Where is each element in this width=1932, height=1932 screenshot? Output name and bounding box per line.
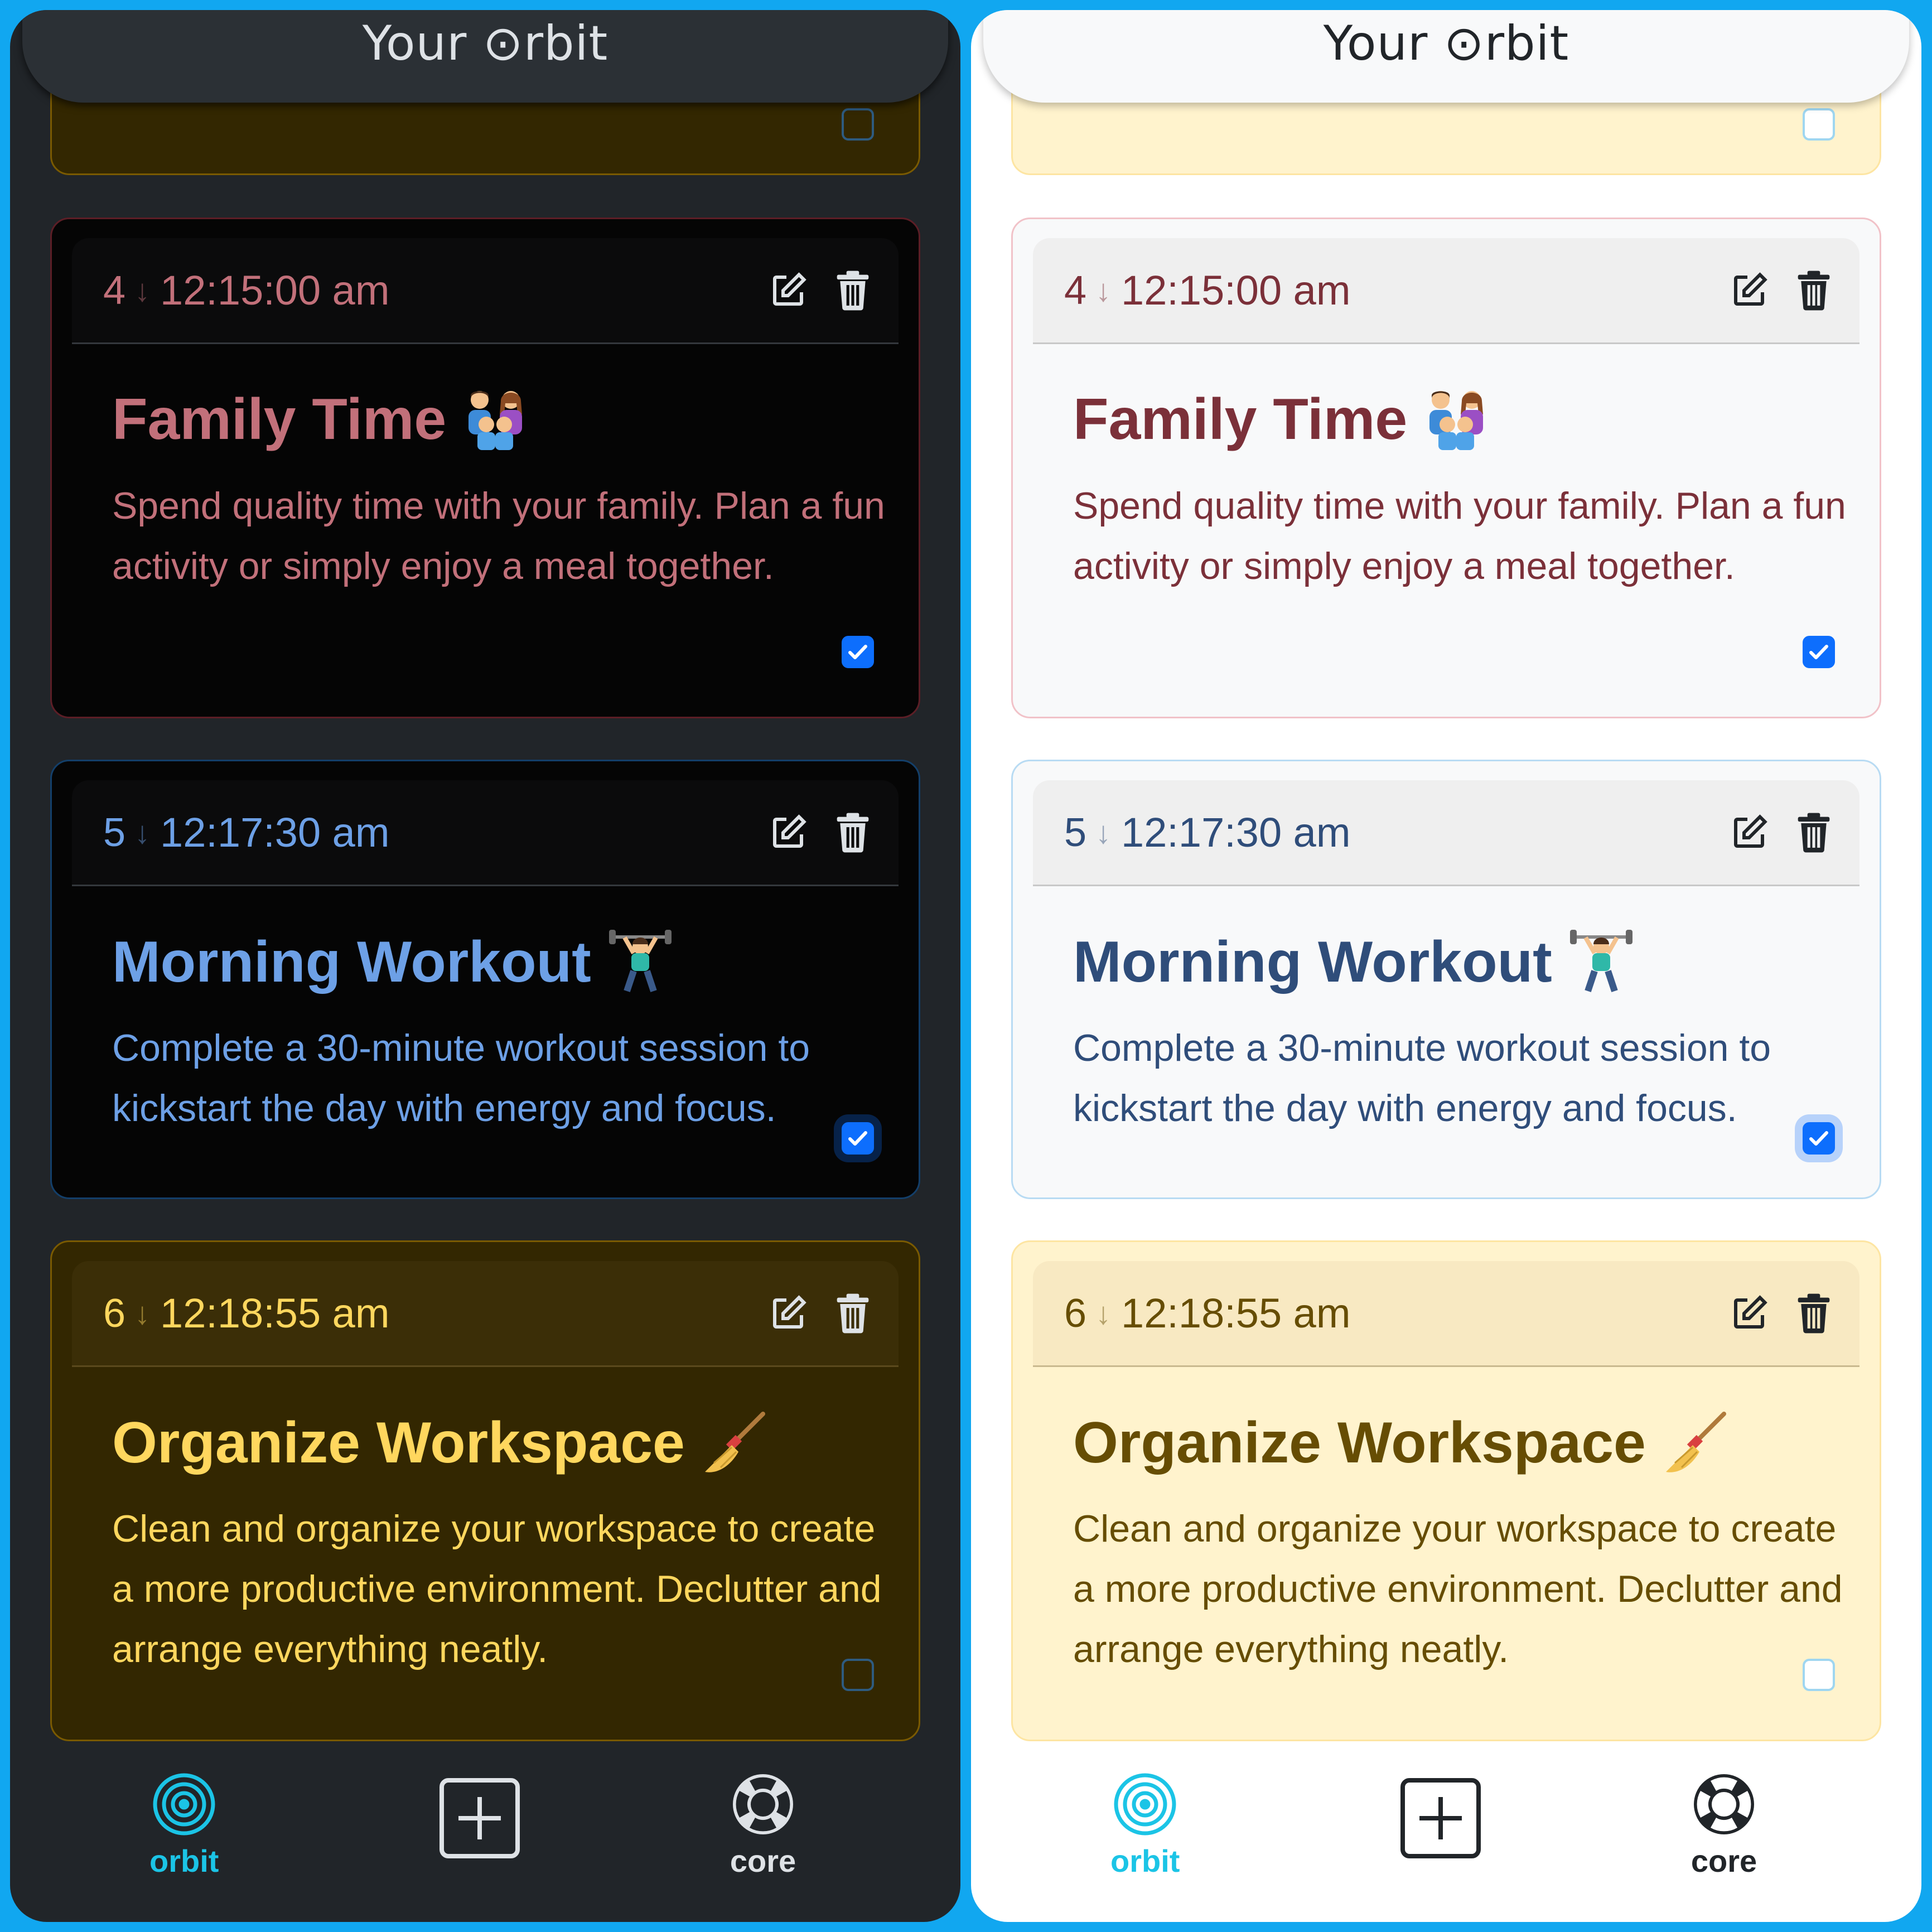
task-card-header: 5 ↓ 12:17:30 am [72,780,899,886]
app-header: Your ⊙rbit [983,10,1909,103]
edit-icon[interactable] [765,1290,812,1337]
task-title: Organize Workspace [1073,1409,1728,1476]
weightlifter-emoji-icon [607,929,674,996]
task-description: Complete a 30-minute workout session to … [112,1027,810,1129]
edit-icon[interactable] [1726,267,1772,314]
task-title: Organize Workspace [112,1409,767,1476]
task-title: Family Time [112,387,529,453]
task-complete-checkbox[interactable] [842,108,874,141]
task-time: 12:15:00 am [1121,267,1351,313]
nav-core[interactable]: core [1690,1771,1757,1879]
edit-icon[interactable] [1726,809,1772,856]
task-description: Clean and organize your workspace to cre… [1073,1508,1843,1670]
task-complete-checkbox[interactable] [1803,108,1835,141]
trash-icon[interactable] [1790,267,1837,314]
nav-orbit[interactable]: orbit [149,1771,219,1879]
family-emoji-icon [1423,388,1490,452]
plus-square-icon [438,1777,521,1862]
task-index: 6 [1064,1291,1087,1336]
task-time: 12:15:00 am [160,267,390,313]
app-title: Your ⊙rbit [362,16,608,71]
task-card: 4 ↓ 12:15:00 am Family Time Spend qualit… [1011,218,1881,718]
orbit-icon [151,1771,218,1841]
task-time: 12:17:30 am [1121,809,1351,856]
sort-arrow-icon: ↓ [1095,1296,1112,1331]
task-index: 6 [103,1291,126,1336]
orbit-icon [1112,1771,1178,1841]
sort-arrow-icon: ↓ [1095,273,1112,308]
trash-icon[interactable] [829,1290,876,1337]
broom-emoji-icon [1661,1409,1728,1476]
task-card-header: 4 ↓ 12:15:00 am [72,238,899,344]
dark-theme-panel: Your ⊙rbit 4 ↓ 12:15:00 am Family Time S… [10,10,960,1922]
task-description: Clean and organize your workspace to cre… [112,1508,882,1670]
trash-icon[interactable] [1790,809,1837,856]
task-index: 5 [1064,810,1087,855]
nav-add[interactable] [1399,1777,1482,1862]
task-card-header: 6 ↓ 12:18:55 am [72,1261,899,1367]
edit-icon[interactable] [765,809,812,856]
sort-arrow-icon: ↓ [1095,815,1112,850]
nav-orbit-label: orbit [1110,1843,1180,1878]
lifebuoy-icon [730,1771,796,1841]
task-time: 12:18:55 am [1121,1290,1351,1336]
nav-core-label: core [730,1843,796,1878]
task-time: 12:17:30 am [160,809,390,856]
task-description: Complete a 30-minute workout session to … [1073,1027,1771,1129]
family-emoji-icon [462,388,529,452]
app-header: Your ⊙rbit [22,10,948,103]
edit-icon[interactable] [765,267,812,314]
sort-arrow-icon: ↓ [134,273,151,308]
task-complete-checkbox[interactable] [1803,1122,1835,1155]
edit-icon[interactable] [1726,1290,1772,1337]
trash-icon[interactable] [829,267,876,314]
task-index: 5 [103,810,126,855]
weightlifter-emoji-icon [1568,929,1635,996]
task-complete-checkbox[interactable] [842,1122,874,1155]
nav-core-label: core [1690,1843,1757,1878]
task-index: 4 [103,268,126,313]
task-card: 6 ↓ 12:18:55 am Organize Workspace Clean… [1011,1240,1881,1741]
nav-core[interactable]: core [730,1771,796,1879]
task-card-header: 5 ↓ 12:17:30 am [1033,780,1859,886]
task-card-header: 6 ↓ 12:18:55 am [1033,1261,1859,1367]
task-title: Morning Workout [1073,929,1635,996]
bottom-nav: orbit core [10,1771,960,1922]
task-description: Spend quality time with your family. Pla… [112,485,885,587]
plus-square-icon [1399,1777,1482,1862]
nav-orbit-label: orbit [149,1843,219,1878]
nav-orbit[interactable]: orbit [1110,1771,1180,1879]
task-description: Spend quality time with your family. Pla… [1073,485,1846,587]
trash-icon[interactable] [829,809,876,856]
bottom-nav: orbit core [971,1771,1921,1922]
task-complete-checkbox[interactable] [1803,636,1835,668]
sort-arrow-icon: ↓ [134,815,151,850]
task-card: 4 ↓ 12:15:00 am Family Time Spend qualit… [50,218,920,718]
light-theme-panel: Your ⊙rbit 4 ↓ 12:15:00 am Family Time S… [971,10,1921,1922]
task-card: 6 ↓ 12:18:55 am Organize Workspace Clean… [50,1240,920,1741]
task-card: 5 ↓ 12:17:30 am Morning Workout Complete… [50,760,920,1199]
task-time: 12:18:55 am [160,1290,390,1336]
task-complete-checkbox[interactable] [1803,1659,1835,1691]
sort-arrow-icon: ↓ [134,1296,151,1331]
task-index: 4 [1064,268,1087,313]
trash-icon[interactable] [1790,1290,1837,1337]
task-title: Morning Workout [112,929,674,996]
task-title: Family Time [1073,387,1490,453]
task-complete-checkbox[interactable] [842,1659,874,1691]
task-complete-checkbox[interactable] [842,636,874,668]
lifebuoy-icon [1690,1771,1757,1841]
app-title: Your ⊙rbit [1323,16,1569,71]
task-card-header: 4 ↓ 12:15:00 am [1033,238,1859,344]
broom-emoji-icon [701,1409,767,1476]
task-card: 5 ↓ 12:17:30 am Morning Workout Complete… [1011,760,1881,1199]
nav-add[interactable] [438,1777,521,1862]
